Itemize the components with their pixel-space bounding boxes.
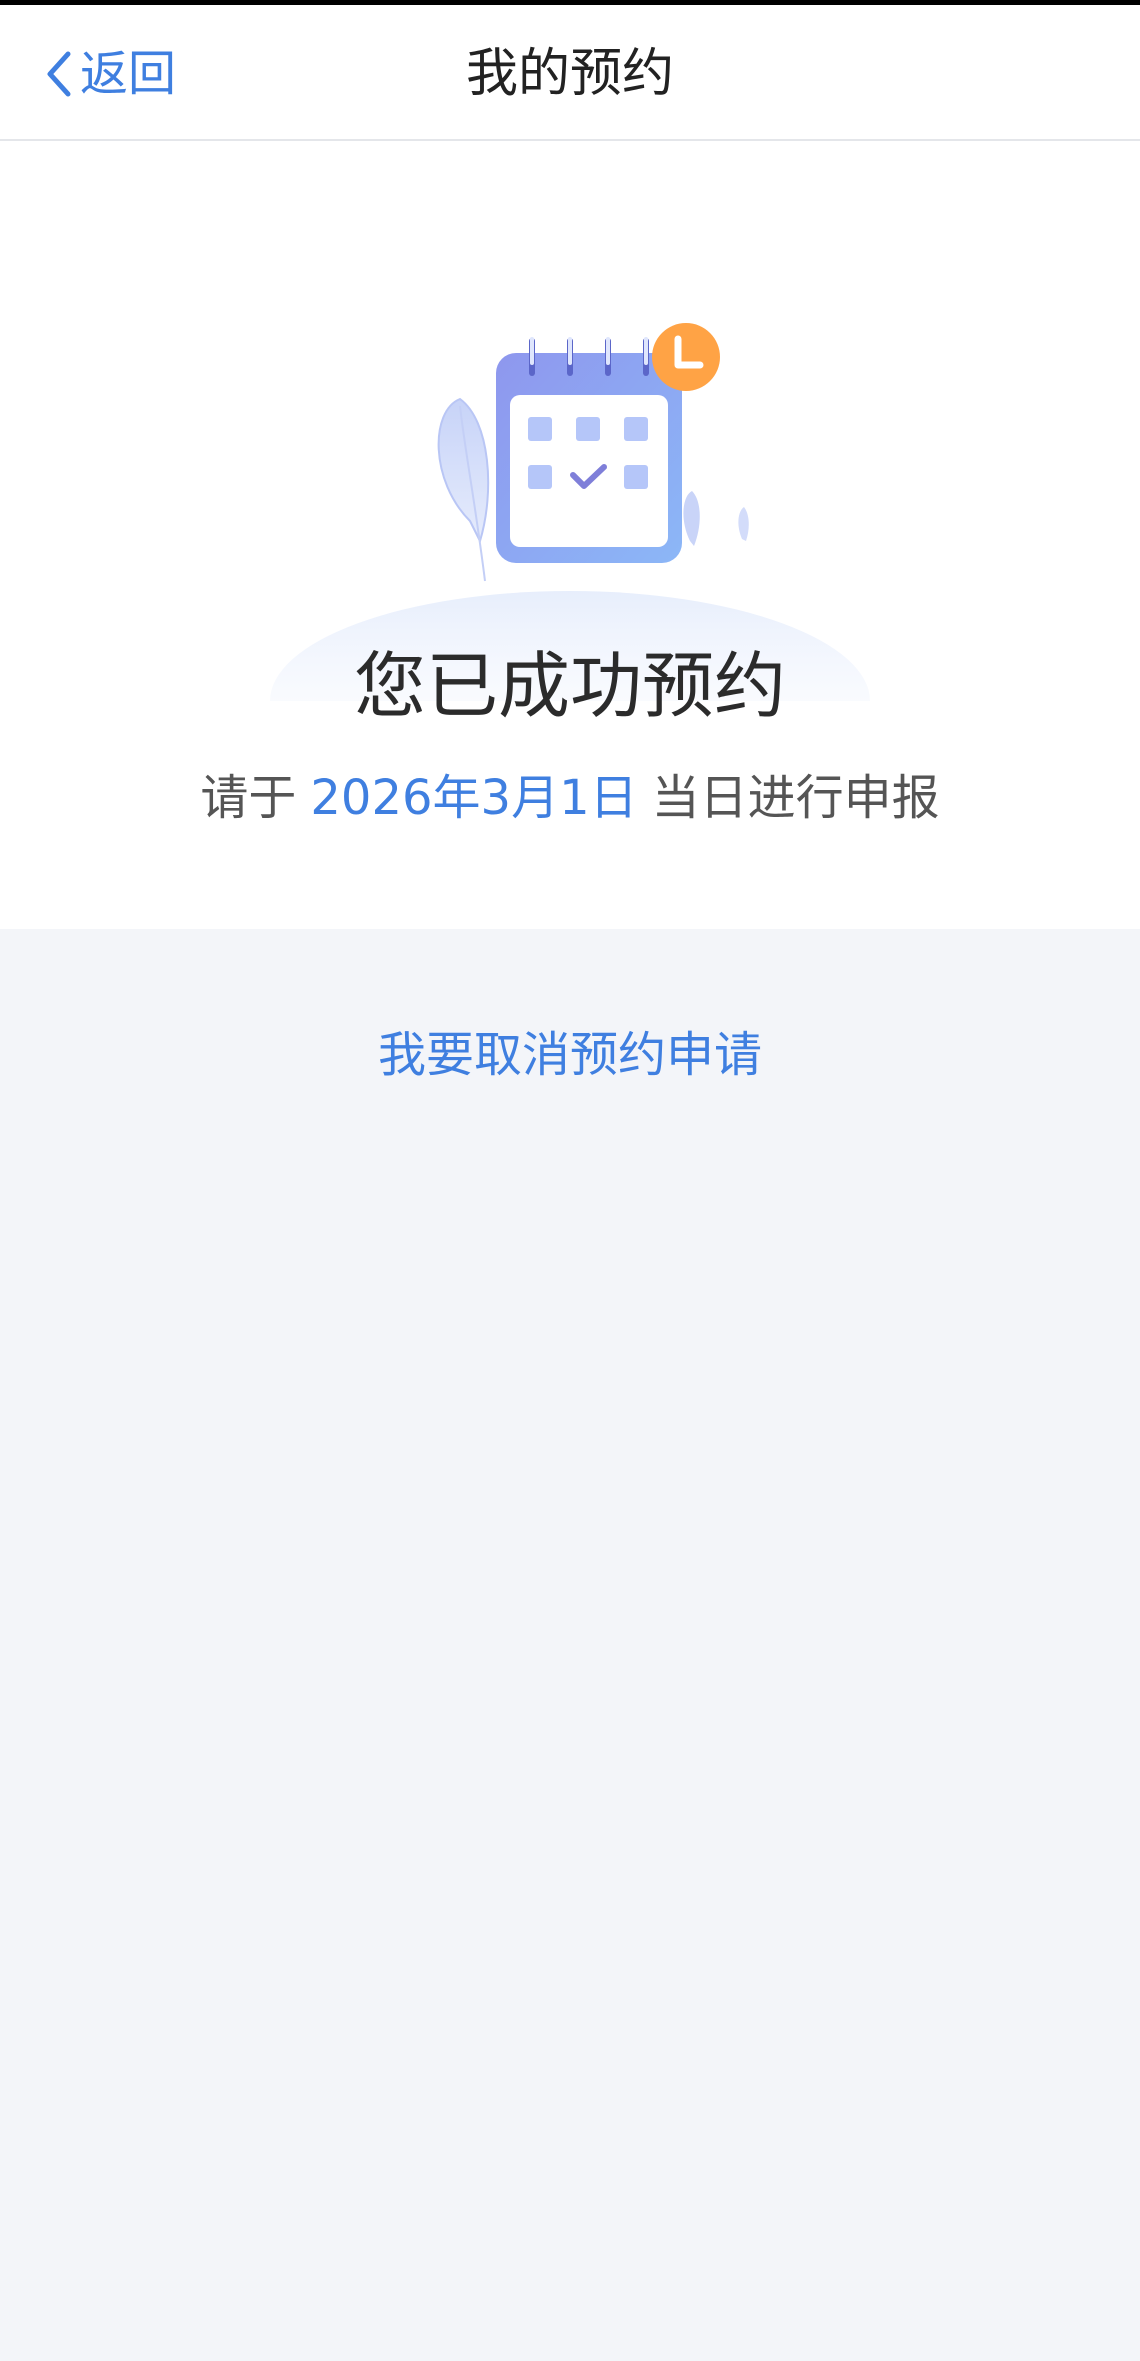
- clock-icon: [652, 323, 720, 391]
- appointment-date-text: 请于 2026年3月1日 当日进行申报: [0, 763, 1140, 833]
- navigation-bar: 返回 我的预约: [0, 5, 1140, 141]
- result-card: 您已成功预约 请于 2026年3月1日 当日进行申报: [0, 141, 1140, 929]
- appointment-date: 2026年3月1日: [310, 770, 638, 826]
- success-title: 您已成功预约: [353, 644, 786, 728]
- desc-prefix: 请于: [200, 770, 297, 826]
- desc-suffix: 当日进行申报: [651, 770, 940, 826]
- cancel-appointment-link[interactable]: 我要取消预约申请: [0, 1020, 1140, 1090]
- calendar-booking-illustration: [270, 323, 870, 701]
- page-title: 我的预约: [465, 44, 674, 104]
